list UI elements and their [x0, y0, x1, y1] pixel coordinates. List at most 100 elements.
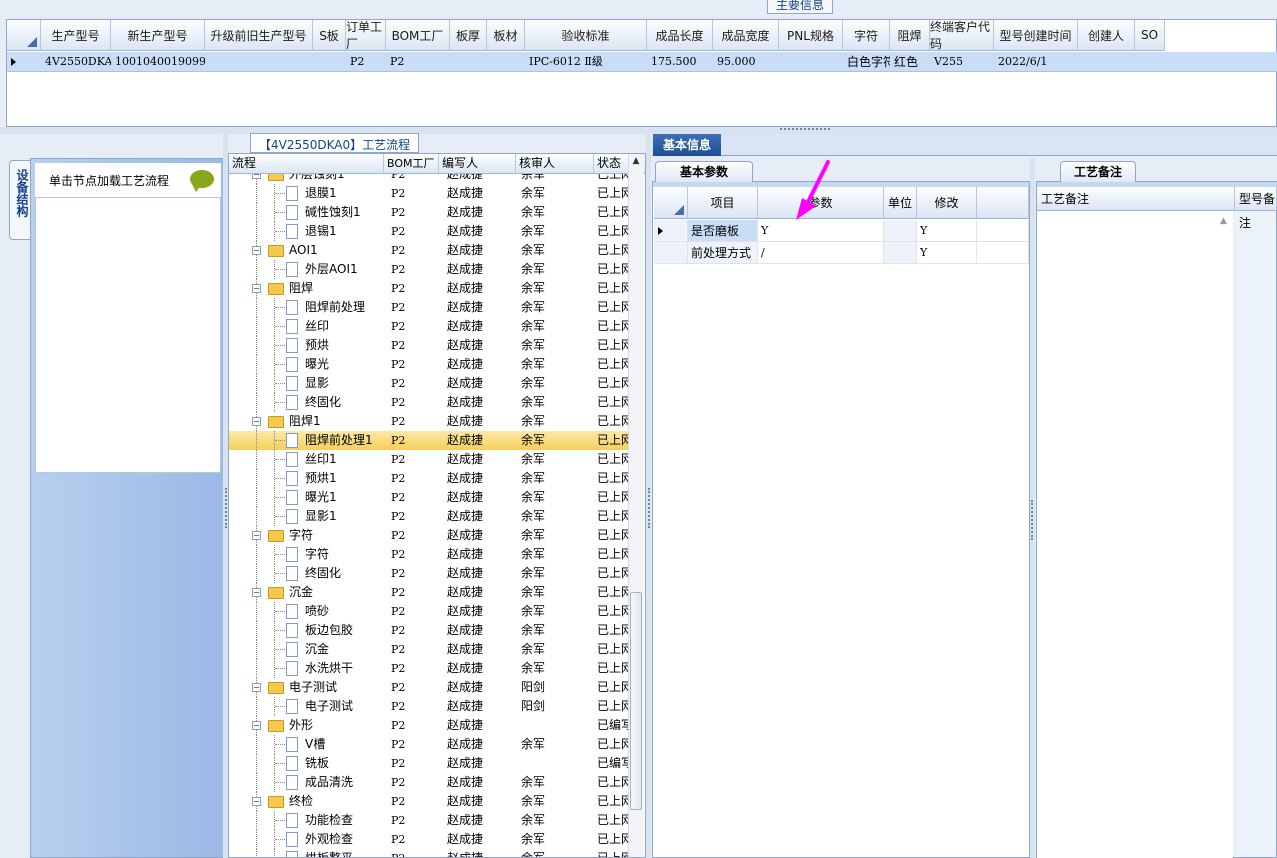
- column-header[interactable]: SO: [1135, 20, 1165, 51]
- collapse-icon[interactable]: −: [252, 284, 261, 293]
- column-header[interactable]: 新生产型号: [111, 20, 205, 51]
- process-step-row[interactable]: 沉金 P2 赵成捷 余军 已上网: [229, 640, 629, 659]
- collapse-icon[interactable]: −: [252, 174, 261, 179]
- process-step-row[interactable]: 功能检查 P2 赵成捷 余军 已上网: [229, 811, 629, 830]
- row-cell[interactable]: 红色: [890, 52, 930, 72]
- row-cell[interactable]: [487, 52, 525, 72]
- process-step-row[interactable]: 碱性蚀刻1 P2 赵成捷 余军 已上网: [229, 203, 629, 222]
- process-step-row[interactable]: 电子测试 P2 赵成捷 阳剑 已上网: [229, 697, 629, 716]
- row-cell[interactable]: P2: [386, 52, 450, 72]
- process-step-row[interactable]: 烘板整平 P2 赵成捷 余军 已上网: [229, 849, 629, 857]
- params-column-header[interactable]: 修改: [917, 187, 977, 219]
- process-step-row[interactable]: V槽 P2 赵成捷 余军 已上网: [229, 735, 629, 754]
- process-step-row[interactable]: 丝印 P2 赵成捷 余军 已上网: [229, 317, 629, 336]
- process-step-row[interactable]: 字符 P2 赵成捷 余军 已上网: [229, 545, 629, 564]
- process-step-row[interactable]: 终固化 P2 赵成捷 余军 已上网: [229, 393, 629, 412]
- scroll-up-arrow-icon[interactable]: ▲: [630, 156, 642, 168]
- params-row-selector[interactable]: [654, 242, 688, 264]
- row-cell[interactable]: [1135, 52, 1165, 72]
- params-corner[interactable]: [654, 187, 688, 219]
- process-group-row[interactable]: − 终检 P2 赵成捷 余军 已上网: [229, 792, 629, 811]
- row-cell[interactable]: 2022/6/1: [994, 52, 1078, 72]
- middle-splitter-grip[interactable]: [648, 488, 651, 528]
- process-step-row[interactable]: 曝光 P2 赵成捷 余军 已上网: [229, 355, 629, 374]
- collapse-icon[interactable]: −: [252, 246, 261, 255]
- row-cell[interactable]: 4V2550DKA0: [41, 52, 111, 72]
- row-cell[interactable]: 白色字符: [843, 52, 890, 72]
- column-header[interactable]: 创建人: [1078, 20, 1135, 51]
- column-header[interactable]: 生产型号: [41, 20, 111, 51]
- column-header[interactable]: 板材: [487, 20, 525, 51]
- horizontal-splitter[interactable]: [0, 127, 1277, 134]
- process-step-row[interactable]: 外层AOI1 P2 赵成捷 余军 已上网: [229, 260, 629, 279]
- row-cell[interactable]: [1078, 52, 1135, 72]
- process-step-row[interactable]: 水洗烘干 P2 赵成捷 余军 已上网: [229, 659, 629, 678]
- process-step-row[interactable]: 终固化 P2 赵成捷 余军 已上网: [229, 564, 629, 583]
- process-column-header[interactable]: BOM工厂: [384, 154, 439, 173]
- process-step-row[interactable]: 喷砂 P2 赵成捷 余军 已上网: [229, 602, 629, 621]
- process-group-row[interactable]: − AOI1 P2 赵成捷 余军 已上网: [229, 241, 629, 260]
- row-cell[interactable]: [450, 52, 487, 72]
- process-step-row[interactable]: 铣板 P2 赵成捷 已编写: [229, 754, 629, 773]
- process-group-row[interactable]: − 字符 P2 赵成捷 余军 已上网: [229, 526, 629, 545]
- row-cell[interactable]: P2: [346, 52, 386, 72]
- column-header[interactable]: S板: [313, 20, 346, 51]
- process-step-row[interactable]: 丝印1 P2 赵成捷 余军 已上网: [229, 450, 629, 469]
- column-header[interactable]: 订单工厂: [346, 20, 386, 51]
- row-cell[interactable]: 95.000: [713, 52, 779, 72]
- collapse-icon[interactable]: −: [252, 797, 261, 806]
- splitter-grip[interactable]: [780, 128, 830, 131]
- row-cell[interactable]: [313, 52, 346, 72]
- row-cell[interactable]: [779, 52, 843, 72]
- column-header[interactable]: BOM工厂: [386, 20, 450, 51]
- process-step-row[interactable]: 阻焊前处理1 P2 赵成捷 余军 已上网: [229, 431, 629, 450]
- row-cell[interactable]: [205, 52, 313, 72]
- params-cell-unit[interactable]: [884, 242, 917, 264]
- process-step-row[interactable]: 退锡1 P2 赵成捷 余军 已上网: [229, 222, 629, 241]
- column-header[interactable]: 型号创建时间: [994, 20, 1078, 51]
- column-header[interactable]: 验收标准: [525, 20, 647, 51]
- process-flow-tree[interactable]: 流程BOM工厂编写人核审人状态▲ −外层蚀刻1P2赵成捷余军已上网退膜1P2赵成…: [228, 153, 646, 858]
- process-column-header[interactable]: 状态: [594, 154, 632, 173]
- process-group-row[interactable]: − 阻焊 P2 赵成捷 余军 已上网: [229, 279, 629, 298]
- params-column-header[interactable]: 单位: [884, 187, 917, 219]
- column-header[interactable]: 成品宽度: [713, 20, 779, 51]
- process-step-row[interactable]: 成品清洗 P2 赵成捷 余军 已上网: [229, 773, 629, 792]
- column-header[interactable]: 阻焊: [890, 20, 930, 51]
- process-step-row[interactable]: 曝光1 P2 赵成捷 余军 已上网: [229, 488, 629, 507]
- scrollbar-thumb[interactable]: [630, 592, 642, 810]
- remarks-header-process[interactable]: 工艺备注: [1037, 187, 1235, 211]
- process-column-header[interactable]: 编写人: [439, 154, 516, 173]
- column-header[interactable]: 终端客户代码: [930, 20, 994, 51]
- process-flow-title[interactable]: 【4V2550DKA0】工艺流程: [250, 133, 420, 153]
- params-row-selector[interactable]: [654, 220, 688, 242]
- process-step-row[interactable]: 显影1 P2 赵成捷 余军 已上网: [229, 507, 629, 526]
- process-step-row[interactable]: 显影 P2 赵成捷 余军 已上网: [229, 374, 629, 393]
- process-group-row[interactable]: − 阻焊1 P2 赵成捷 余军 已上网: [229, 412, 629, 431]
- params-cell-item[interactable]: 前处理方式: [688, 242, 758, 264]
- process-step-row[interactable]: 阻焊前处理 P2 赵成捷 余军 已上网: [229, 298, 629, 317]
- collapse-icon[interactable]: −: [252, 721, 261, 730]
- params-cell-param[interactable]: Y: [758, 220, 884, 242]
- process-step-row[interactable]: 外观检查 P2 赵成捷 余军 已上网: [229, 830, 629, 849]
- tab-basic-info[interactable]: 基本信息: [653, 134, 721, 156]
- column-header[interactable]: 成品长度: [647, 20, 713, 51]
- process-group-row[interactable]: − 外形 P2 赵成捷 已编写: [229, 716, 629, 735]
- row-cell[interactable]: V255: [930, 52, 994, 72]
- grid-corner[interactable]: [7, 20, 41, 51]
- column-header[interactable]: 字符: [843, 20, 890, 51]
- params-column-header[interactable]: 项目: [688, 187, 758, 219]
- column-header[interactable]: 板厚: [450, 20, 487, 51]
- params-cell-unit[interactable]: [884, 220, 917, 242]
- remarks-scroll-up-icon[interactable]: ▲: [1220, 216, 1227, 226]
- remarks-text-area[interactable]: [1037, 211, 1233, 858]
- tab-device-structure[interactable]: 设备结构: [9, 160, 31, 240]
- params-cell-modify[interactable]: Y: [917, 242, 977, 264]
- process-group-row[interactable]: − 外层蚀刻1 P2 赵成捷 余军 已上网: [229, 174, 629, 184]
- column-header[interactable]: PNL规格: [779, 20, 843, 51]
- collapse-icon[interactable]: −: [252, 417, 261, 426]
- collapse-icon[interactable]: −: [252, 588, 261, 597]
- row-cell[interactable]: IPC-6012 Ⅱ级: [525, 52, 647, 72]
- process-step-row[interactable]: 退膜1 P2 赵成捷 余军 已上网: [229, 184, 629, 203]
- process-column-header[interactable]: 核审人: [516, 154, 594, 173]
